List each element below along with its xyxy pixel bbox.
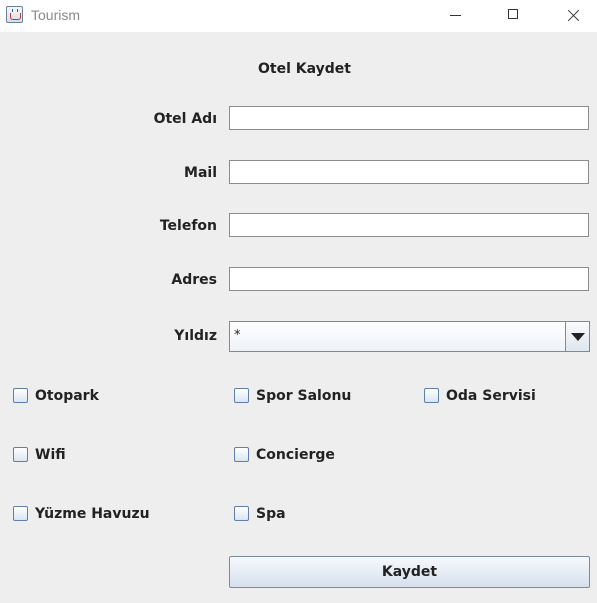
address-input[interactable] (229, 267, 589, 291)
wifi-checkbox[interactable] (13, 447, 28, 462)
address-label: Adres (171, 272, 217, 288)
parking-label[interactable]: Otopark (35, 388, 99, 404)
phone-label: Telefon (159, 218, 217, 234)
save-button[interactable]: Kaydet (229, 556, 590, 588)
mail-input[interactable] (229, 160, 589, 184)
chevron-down-icon[interactable] (565, 322, 589, 351)
maximize-icon[interactable] (491, 0, 537, 32)
hotel-name-label: Otel Adı (153, 111, 217, 127)
hotel-name-input[interactable] (229, 106, 589, 130)
room-service-label[interactable]: Oda Servisi (446, 388, 536, 404)
wifi-label[interactable]: Wifi (35, 447, 66, 463)
pool-checkbox[interactable] (13, 506, 28, 521)
parking-checkbox[interactable] (13, 388, 28, 403)
spa-label[interactable]: Spa (256, 506, 286, 522)
stars-select-value: * (234, 328, 241, 343)
stars-select[interactable]: * (229, 321, 590, 352)
title-bar: Tourism (0, 0, 597, 32)
room-service-checkbox[interactable] (424, 388, 439, 403)
form-title: Otel Kaydet (258, 61, 351, 77)
java-cup-icon (6, 6, 23, 23)
spa-checkbox[interactable] (234, 506, 249, 521)
close-icon[interactable] (550, 0, 596, 32)
phone-input[interactable] (229, 213, 589, 237)
minimize-icon[interactable] (432, 0, 478, 32)
stars-label: Yıldız (174, 328, 217, 344)
window-title: Tourism (31, 7, 81, 23)
concierge-checkbox[interactable] (234, 447, 249, 462)
gym-label[interactable]: Spor Salonu (256, 388, 351, 404)
pool-label[interactable]: Yüzme Havuzu (35, 506, 150, 522)
mail-label: Mail (184, 165, 217, 181)
concierge-label[interactable]: Concierge (256, 447, 335, 463)
gym-checkbox[interactable] (234, 388, 249, 403)
